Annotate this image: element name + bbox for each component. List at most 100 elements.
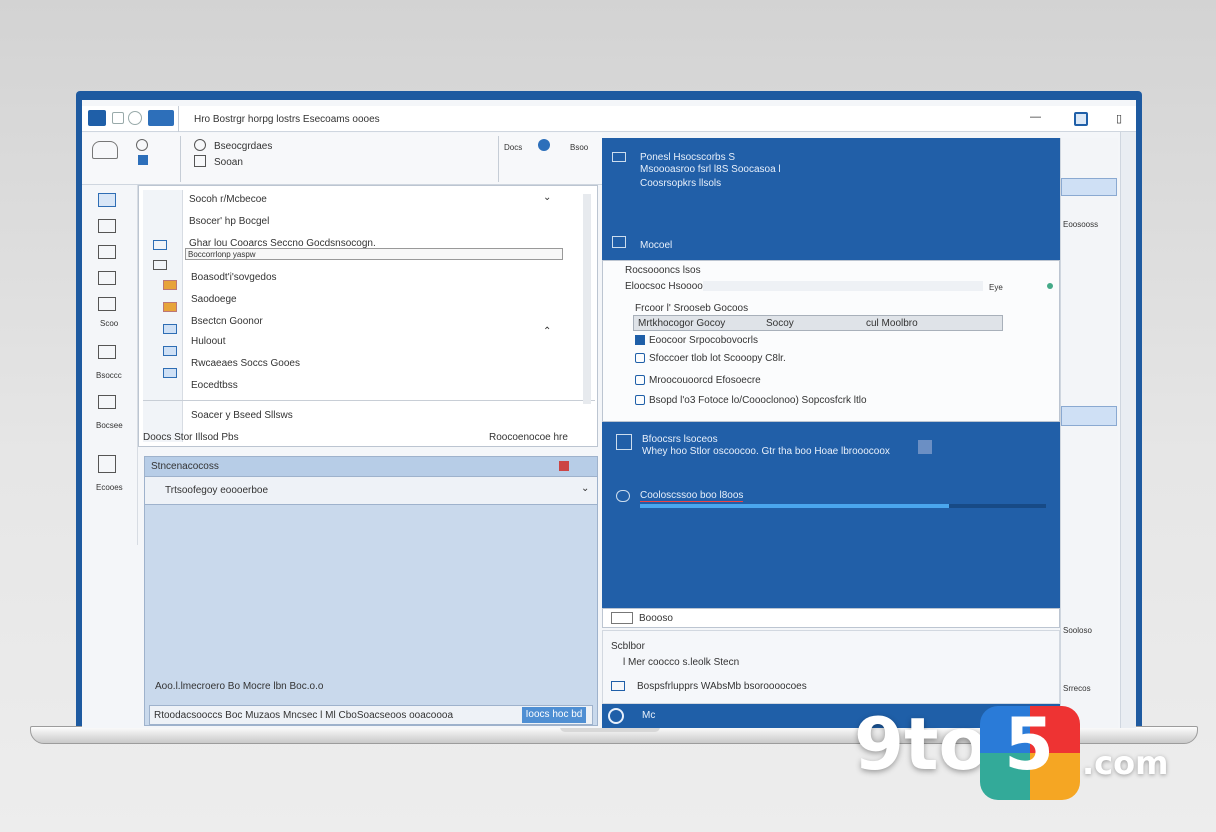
doc-icon[interactable] xyxy=(138,155,148,165)
options-dropdown-label[interactable]: Socoh r/Mcbecoe xyxy=(189,194,267,205)
nav-icon-8[interactable] xyxy=(98,455,116,473)
progress-track xyxy=(640,504,1046,508)
panel-icon xyxy=(616,434,632,450)
start-icon[interactable] xyxy=(608,708,624,724)
doc-icon xyxy=(611,681,625,691)
options-item[interactable]: Eocedtbss xyxy=(191,380,238,391)
table-cell: cul Moolbro xyxy=(866,318,918,329)
close-icon[interactable] xyxy=(559,461,569,471)
nav-icon-3[interactable] xyxy=(98,245,116,259)
options-footer-b[interactable]: Doocs Stor Illsod Pbs xyxy=(143,432,239,443)
options-row-selected[interactable]: Bsocer' hp Bocgel xyxy=(189,216,269,227)
user-icon[interactable] xyxy=(136,139,148,151)
lower-left-toolbar: Trtsoofegoy eoooerboe ⌄ xyxy=(145,477,597,505)
option-icon-6 xyxy=(163,346,177,356)
right-bottom-title: Bfoocsrs lsoceos xyxy=(642,434,718,445)
lower-left-title: Stncenacocoss xyxy=(151,461,219,472)
options-footer-c[interactable]: Roocoenocoe hre xyxy=(489,432,568,443)
window-title: Hro Bostrgr horpg lostrs Esecoams oooes xyxy=(194,114,380,125)
right-scrollbar[interactable] xyxy=(1120,132,1136,728)
right-white-item[interactable]: Bsopd l'o3 Fotoce lo/Coooclonoo) Sopcosf… xyxy=(649,395,867,406)
chat-icon[interactable] xyxy=(194,139,206,151)
right-bottom-bar-label: Boooso xyxy=(639,613,673,624)
right-white-field-value[interactable]: Eye xyxy=(989,283,1003,292)
divider xyxy=(180,136,181,182)
edit-icon[interactable] xyxy=(194,155,206,167)
divider xyxy=(178,106,179,132)
table-cell: Mrtkhocogor Gocoy xyxy=(638,318,726,329)
list-bullet-icon xyxy=(635,335,645,345)
option-icon-4 xyxy=(163,302,177,312)
options-scrollbar[interactable] xyxy=(583,194,591,404)
right-white-field[interactable] xyxy=(703,281,983,291)
ribbon-group1-b[interactable]: Sooan xyxy=(214,157,243,168)
right-top-bottom-label: Mocoel xyxy=(640,240,673,251)
nav-label-2[interactable]: Bocsee xyxy=(96,421,123,430)
right-white-item[interactable]: Sfoccoer tlob lot Scooopy C8lr. xyxy=(649,353,786,364)
right-bottom-subtitle: Whey hoo Stlor oscoocoo. Gtr tha boo Hoa… xyxy=(642,446,890,457)
options-item[interactable]: Boasodt'i'sovgedos xyxy=(191,272,277,283)
folder-icon xyxy=(611,612,633,624)
lower-left-status: Aoo.l.lmecroero Bo Mocre lbn Boc.o.o xyxy=(155,681,324,692)
chevron-up-icon[interactable]: ⌃ xyxy=(543,326,551,337)
options-footer-a[interactable]: Soacer y Bseed Sllsws xyxy=(191,410,293,421)
ribbon-group1-a[interactable]: Bseocgrdaes xyxy=(214,141,272,152)
nav-icon-5[interactable] xyxy=(98,297,116,311)
far-right-tab[interactable] xyxy=(1061,178,1117,196)
nav-icon-2[interactable] xyxy=(98,219,116,233)
lower-left-button[interactable]: Ioocs hoc bd xyxy=(522,707,586,723)
options-item[interactable]: Rwcaeaes Soccs Gooes xyxy=(191,358,300,369)
menu-icon[interactable] xyxy=(112,112,124,124)
progress-label: Cooloscssoo boo l8oos xyxy=(640,490,744,502)
right-top-panel: Ponesl Hsocscorbs S Msoooasroo fsrl l8S … xyxy=(602,138,1060,260)
tab-icon[interactable] xyxy=(148,110,174,126)
maximize-button[interactable] xyxy=(1074,112,1088,126)
close-button[interactable]: ▯ xyxy=(1116,112,1122,125)
nav-icon-6[interactable] xyxy=(98,345,116,359)
right-top-link[interactable]: Coosrsopkrs llsols xyxy=(640,178,721,189)
lower-left-footer: Rtoodacsooccs Boc Muzaos Mncsec l Ml Cbo… xyxy=(149,705,593,725)
watermark-text-b: 5 xyxy=(1004,702,1055,786)
far-right-label-a: Eoosooss xyxy=(1063,220,1099,229)
minimize-button[interactable]: — xyxy=(1030,111,1041,123)
app-logo-icon xyxy=(88,110,106,126)
far-right-tab[interactable] xyxy=(1061,406,1117,426)
right-bottom-line1[interactable]: l Mer coocco s.leolk Stecn xyxy=(623,657,739,668)
options-item[interactable]: Bsectcn Goonor xyxy=(191,316,263,327)
lower-left-window: Stncenacocoss Trtsoofegoy eoooerboe ⌄ Ao… xyxy=(144,456,598,726)
ribbon-button[interactable]: Bsoo xyxy=(570,143,588,152)
panel-icon xyxy=(612,152,626,162)
option-icon-1 xyxy=(153,240,167,250)
right-top-subtitle: Msoooasroo fsrl l8S Soocasoa l xyxy=(640,164,781,175)
watermark-logo: 9to 5 .com xyxy=(854,702,1194,802)
help-icon[interactable] xyxy=(538,139,550,151)
option-icon-5 xyxy=(163,324,177,334)
nav-icon-7[interactable] xyxy=(98,395,116,409)
cloud-icon[interactable] xyxy=(92,141,118,159)
chevron-down-icon[interactable]: ⌄ xyxy=(543,192,551,203)
chevron-down-icon[interactable]: ⌄ xyxy=(581,483,589,494)
lower-left-subtitle[interactable]: Trtsoofegoy eoooerboe xyxy=(165,485,268,496)
status-dot-icon xyxy=(1047,283,1053,289)
right-white-item[interactable]: Eoocoor Srpocobovocrls xyxy=(649,335,758,346)
panel-icon xyxy=(918,440,932,454)
title-bar: Hro Bostrgr horpg lostrs Esecoams oooes … xyxy=(82,106,1136,132)
options-item[interactable]: Saodoege xyxy=(191,294,237,305)
far-right-label-b: Sooloso xyxy=(1063,626,1092,635)
right-bottom-line2[interactable]: Bospsfrlupprs WAbsMb bsoroooocoes xyxy=(637,681,807,692)
nav-icon-4[interactable] xyxy=(98,271,116,285)
nav-label-1[interactable]: Bsoccc xyxy=(96,371,122,380)
options-edit-field[interactable]: Boccorrlonp yaspw xyxy=(185,248,563,260)
right-white-table-row[interactable]: Mrtkhocogor Gocoy Socoy cul Moolbro xyxy=(633,315,1003,331)
ribbon-tab-docs[interactable]: Docs xyxy=(504,143,522,152)
options-item[interactable]: Huloout xyxy=(191,336,225,347)
nav-icon-1[interactable] xyxy=(98,193,116,207)
progress-icon xyxy=(616,490,630,502)
list-bullet-icon xyxy=(635,395,645,405)
search-icon[interactable] xyxy=(128,111,142,125)
right-white-item[interactable]: Mroocouoorcd Efosoecre xyxy=(649,375,761,386)
table-cell: Socoy xyxy=(766,318,794,329)
right-bottom-bar[interactable]: Boooso xyxy=(602,608,1060,628)
nav-label-3[interactable]: Ecooes xyxy=(96,483,123,492)
nav-label-scoo[interactable]: Scoo xyxy=(100,319,118,328)
